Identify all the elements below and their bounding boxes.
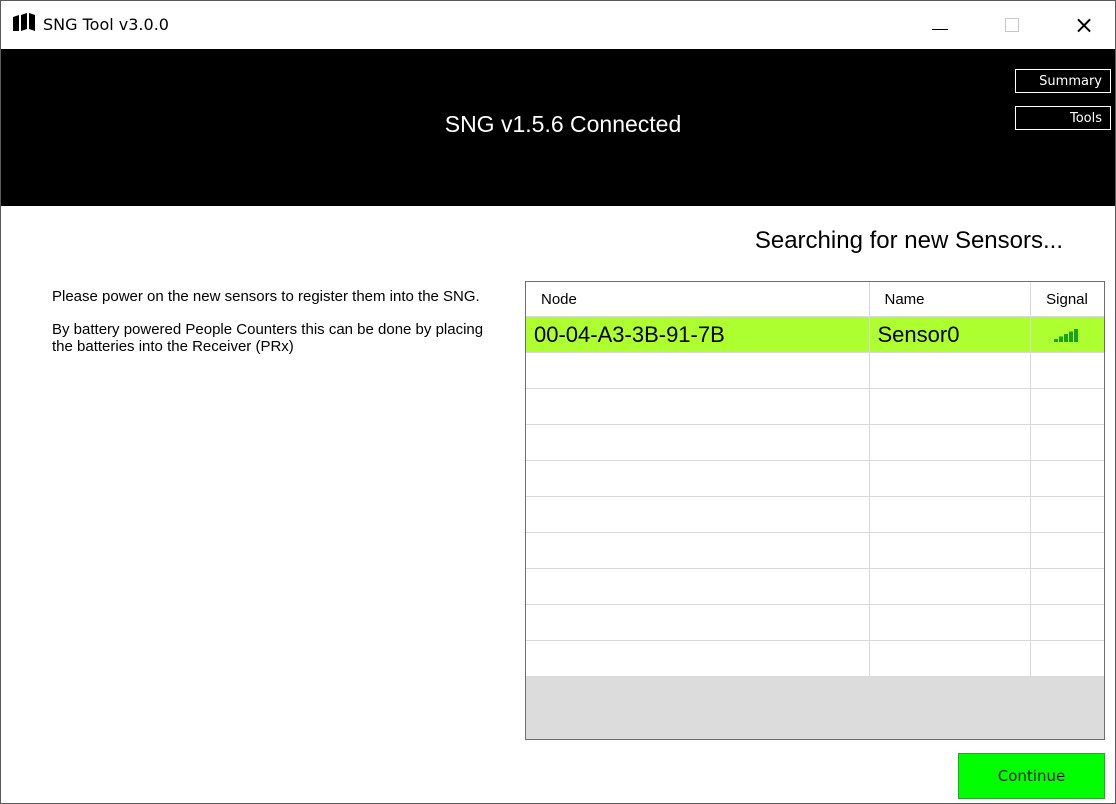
- empty-cell[interactable]: [1030, 532, 1104, 569]
- empty-cell[interactable]: [1030, 604, 1104, 641]
- tools-button[interactable]: Tools: [1015, 106, 1111, 130]
- empty-cell[interactable]: [526, 604, 870, 641]
- signal-bar: [1064, 333, 1068, 342]
- empty-cell[interactable]: [526, 460, 870, 497]
- empty-table-row[interactable]: [526, 388, 1104, 425]
- empty-table-row[interactable]: [526, 496, 1104, 533]
- empty-table-row[interactable]: [526, 640, 1104, 677]
- empty-cell[interactable]: [526, 532, 870, 569]
- empty-cell[interactable]: [526, 640, 870, 677]
- signal-bar: [1069, 331, 1073, 342]
- empty-cell[interactable]: [1030, 388, 1104, 425]
- empty-cell[interactable]: [1030, 568, 1104, 605]
- empty-table-row[interactable]: [526, 568, 1104, 605]
- empty-cell[interactable]: [1030, 496, 1104, 533]
- empty-cell[interactable]: [869, 532, 1031, 569]
- minimize-button[interactable]: [917, 1, 963, 49]
- name-cell[interactable]: Sensor0: [869, 316, 1031, 353]
- empty-cell[interactable]: [526, 568, 870, 605]
- empty-table-row[interactable]: [526, 460, 1104, 497]
- minimize-icon: [932, 28, 948, 30]
- empty-cell[interactable]: [526, 388, 870, 425]
- empty-cell[interactable]: [869, 640, 1031, 677]
- empty-cell[interactable]: [869, 568, 1031, 605]
- app-window: SNG Tool v3.0.0 × SNG v1.5.6 Connected S…: [0, 0, 1116, 804]
- sensor-table: Node Name Signal 00-04-A3-3B-91-7B Sensor…: [526, 282, 1104, 677]
- empty-cell[interactable]: [869, 496, 1031, 533]
- app-logo-icon: [13, 13, 35, 31]
- empty-table-row[interactable]: [526, 604, 1104, 641]
- table-header-row: Node Name Signal: [526, 282, 1104, 317]
- connection-status-title: SNG v1.5.6 Connected: [444, 111, 682, 137]
- empty-cell[interactable]: [869, 388, 1031, 425]
- empty-cell[interactable]: [1030, 424, 1104, 461]
- signal-bar: [1059, 336, 1063, 342]
- empty-cell[interactable]: [869, 424, 1031, 461]
- empty-cell[interactable]: [869, 604, 1031, 641]
- maximize-icon: [1005, 18, 1019, 32]
- empty-cell[interactable]: [1030, 352, 1104, 389]
- instruction-line-2: By battery powered People Counters this …: [52, 321, 484, 355]
- column-header-node[interactable]: Node: [526, 282, 870, 317]
- close-icon: ×: [1073, 11, 1095, 39]
- empty-cell[interactable]: [1030, 640, 1104, 677]
- continue-button[interactable]: Continue: [958, 753, 1105, 799]
- maximize-button[interactable]: [989, 1, 1035, 49]
- empty-cell[interactable]: [1030, 460, 1104, 497]
- signal-bar: [1054, 338, 1058, 342]
- column-header-signal[interactable]: Signal: [1030, 282, 1104, 317]
- searching-status: Searching for new Sensors...: [754, 227, 1063, 254]
- instructions-text: Please power on the new sensors to regis…: [52, 288, 507, 371]
- signal-bar: [1074, 328, 1078, 342]
- empty-cell[interactable]: [869, 352, 1031, 389]
- empty-cell[interactable]: [526, 424, 870, 461]
- node-cell[interactable]: 00-04-A3-3B-91-7B: [526, 316, 870, 353]
- sensor-grid[interactable]: Node Name Signal 00-04-A3-3B-91-7B Sensor…: [525, 281, 1105, 740]
- header-banner: SNG v1.5.6 Connected Summary Tools: [1, 49, 1115, 206]
- empty-cell[interactable]: [526, 352, 870, 389]
- table-row[interactable]: 00-04-A3-3B-91-7B Sensor0: [526, 316, 1104, 353]
- empty-table-row[interactable]: [526, 424, 1104, 461]
- column-header-name[interactable]: Name: [869, 282, 1031, 317]
- title-bar[interactable]: SNG Tool v3.0.0 ×: [1, 1, 1115, 49]
- window-title: SNG Tool v3.0.0: [43, 15, 169, 34]
- empty-table-row[interactable]: [526, 352, 1104, 389]
- table-body: 00-04-A3-3B-91-7B Sensor0: [526, 316, 1104, 677]
- signal-cell[interactable]: [1030, 316, 1104, 353]
- empty-cell[interactable]: [526, 496, 870, 533]
- signal-bars-icon: [1054, 328, 1078, 342]
- empty-cell[interactable]: [869, 460, 1031, 497]
- summary-button[interactable]: Summary: [1015, 69, 1111, 93]
- instruction-line-1: Please power on the new sensors to regis…: [52, 288, 480, 305]
- close-button[interactable]: ×: [1061, 1, 1107, 49]
- empty-table-row[interactable]: [526, 532, 1104, 569]
